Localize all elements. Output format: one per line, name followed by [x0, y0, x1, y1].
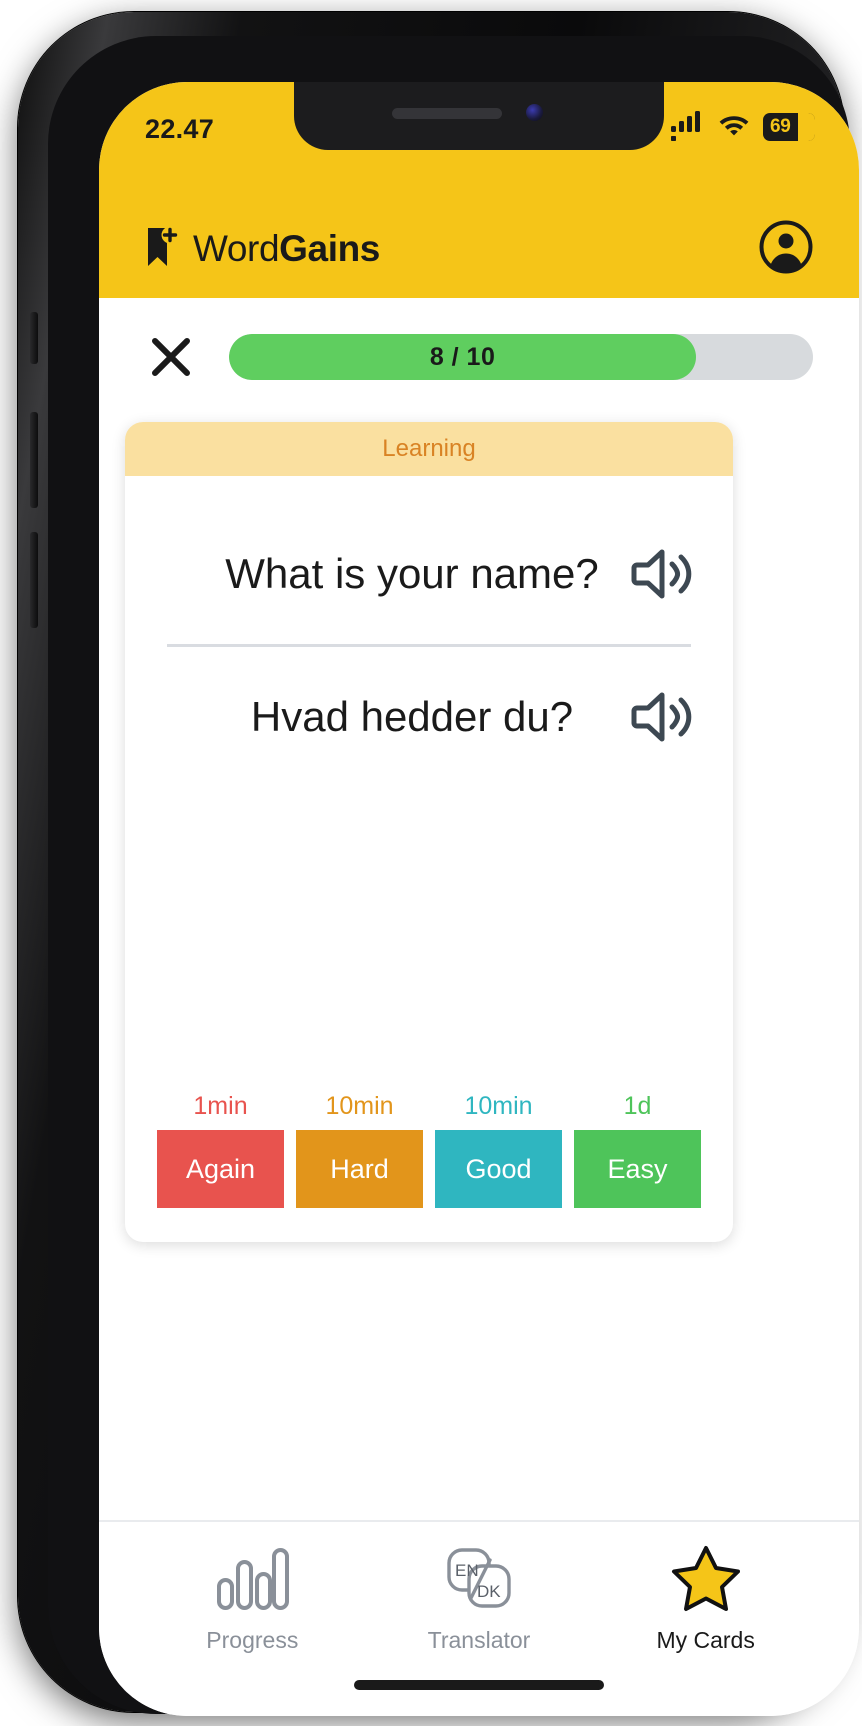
star-icon: [668, 1544, 744, 1617]
wifi-icon: [718, 112, 750, 141]
answer-easy-interval: 1d: [623, 1092, 652, 1120]
page-title: WordGains: [193, 228, 380, 270]
brand-word: Word: [193, 228, 280, 269]
battery-level: 69: [770, 115, 791, 137]
app-header: WordGains: [99, 200, 859, 298]
answer-good[interactable]: Good: [435, 1130, 562, 1208]
mute-switch[interactable]: [30, 312, 38, 364]
answer-hard-column: 10min Hard: [296, 1092, 423, 1208]
flashcard[interactable]: Learning What is your name? Hvad hedder: [125, 422, 733, 1242]
answer-buttons: 1min Again 10min Hard 10min Good 1d Easy: [125, 1092, 733, 1242]
card-back-text: Hvad hedder du?: [250, 692, 574, 740]
progress-label: 8 / 10: [429, 342, 496, 371]
answer-again[interactable]: Again: [157, 1130, 284, 1208]
card-spacer: [125, 787, 733, 1092]
answer-easy[interactable]: Easy: [574, 1130, 701, 1208]
notch: [294, 82, 664, 150]
answer-good-interval: 10min: [464, 1092, 533, 1120]
earpiece-speaker: [392, 108, 502, 119]
answer-good-column: 10min Good: [435, 1092, 562, 1208]
answer-again-column: 1min Again: [157, 1092, 284, 1208]
nav-item-translator[interactable]: EN DK Translator: [389, 1544, 569, 1654]
app-brand: WordGains: [145, 226, 380, 273]
session-bar: 8 / 10: [99, 298, 859, 416]
answer-easy-column: 1d Easy: [574, 1092, 701, 1208]
volume-down-button[interactable]: [30, 532, 38, 628]
nav-item-progress[interactable]: Progress: [162, 1544, 342, 1654]
bookmark-plus-icon: [145, 226, 179, 273]
answer-again-interval: 1min: [193, 1092, 248, 1120]
front-camera: [526, 104, 543, 121]
nav-label-progress: Progress: [206, 1627, 299, 1653]
bar-chart-icon: [214, 1544, 290, 1617]
card-status-banner: Learning: [125, 422, 733, 476]
nav-label-my-cards: My Cards: [656, 1627, 755, 1653]
phone-bezel: 22.47 69 WordGains 8 / 10 Learning What …: [48, 36, 859, 1716]
svg-text:EN: EN: [455, 1561, 479, 1580]
translate-icon: EN DK: [441, 1544, 517, 1617]
progress-bar-fill: 8 / 10: [229, 334, 697, 380]
answer-hard-interval: 10min: [325, 1092, 394, 1120]
cellular-signal-icon: [671, 110, 705, 141]
volume-up-button[interactable]: [30, 412, 38, 508]
phone-screen: 22.47 69 WordGains 8 / 10 Learning What …: [99, 82, 859, 1716]
nav-item-my-cards[interactable]: My Cards: [616, 1544, 796, 1654]
status-time: 22.47: [145, 114, 215, 144]
status-icons: 69: [671, 110, 815, 141]
status-bar: 22.47 69: [99, 82, 859, 200]
home-indicator[interactable]: [354, 1680, 604, 1690]
card-front-text: What is your name?: [225, 549, 599, 597]
account-circle-icon[interactable]: [759, 220, 813, 279]
phone-frame: 22.47 69 WordGains 8 / 10 Learning What …: [18, 12, 859, 1716]
battery-fill: [798, 112, 815, 141]
svg-text:DK: DK: [477, 1582, 501, 1601]
answer-hard[interactable]: Hard: [296, 1130, 423, 1208]
card-front: What is your name?: [125, 476, 733, 644]
nav-label-translator: Translator: [427, 1627, 531, 1653]
progress-bar: 8 / 10: [229, 334, 813, 380]
card-back: Hvad hedder du?: [125, 647, 733, 787]
speaker-volume-icon[interactable]: [623, 538, 705, 610]
close-icon[interactable]: [145, 331, 197, 383]
speaker-volume-icon[interactable]: [623, 681, 705, 753]
brand-gains: Gains: [279, 228, 380, 269]
battery-icon: 69: [763, 112, 815, 141]
status-badge: Learning: [382, 435, 476, 462]
